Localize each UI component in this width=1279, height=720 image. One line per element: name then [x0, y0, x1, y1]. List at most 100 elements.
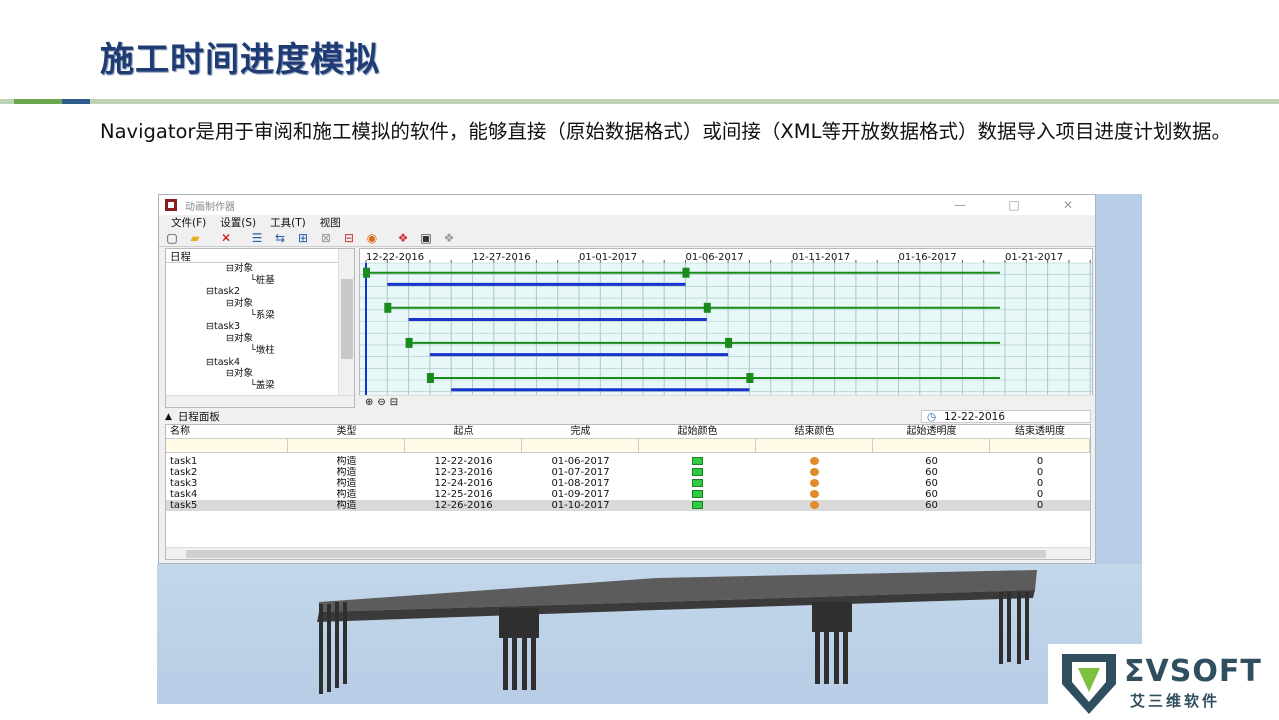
cell-start-color[interactable] — [639, 467, 756, 478]
gantt-date-label: 01-11-2017 — [792, 252, 850, 263]
tree-toggle-icon[interactable]: ⊟ — [206, 286, 214, 297]
gantt-icon[interactable]: ⊟ — [340, 230, 358, 246]
cell-start-color[interactable] — [639, 500, 756, 511]
tree-node-label: 系梁 — [255, 309, 275, 321]
filter-row[interactable] — [166, 439, 1090, 453]
cell-end-color[interactable] — [756, 500, 873, 511]
filter-cell[interactable] — [166, 439, 288, 452]
palette-icon[interactable] — [810, 479, 819, 487]
tree-node[interactable]: ⊟对象 — [166, 368, 354, 380]
zoom-out-icon[interactable]: ⊖ — [377, 397, 385, 408]
color-swatch-icon[interactable] — [692, 479, 703, 487]
palette-icon[interactable] — [810, 468, 819, 476]
filter-cell[interactable] — [756, 439, 873, 452]
intro-text: Navigator是用于审阅和施工模拟的软件，能够直接（原始数据格式）或间接（X… — [100, 120, 1231, 143]
close-button[interactable]: ✕ — [1041, 198, 1095, 212]
table-row[interactable]: task1 构造 12-22-2016 01-06-2017 60 0 — [166, 456, 1090, 467]
column-header-end-opacity-col[interactable]: 结束透明度 — [990, 425, 1090, 438]
appearance-icon[interactable]: ◉ — [363, 230, 381, 246]
tree-node[interactable]: └盖梁 — [166, 380, 354, 392]
tree-node[interactable]: ⊟task3 — [166, 321, 354, 333]
palette-icon[interactable] — [810, 501, 819, 509]
cell-start-opacity-col: 60 — [925, 467, 938, 478]
color-swatch-icon[interactable] — [692, 468, 703, 476]
tree-node[interactable]: ⊟对象 — [166, 263, 354, 275]
column-header-start-color-col[interactable]: 起始颜色 — [639, 425, 756, 438]
tree-toggle-icon[interactable]: ⊟ — [206, 357, 214, 368]
schedule-tree: 日程 ⊟对象 └桩基 ⊟task2 ⊟对象 └系梁 ⊟task3 ⊟对象 └墩柱 ⊟task4 ⊟… — [165, 248, 355, 408]
tree-horizontal-scrollbar[interactable] — [166, 395, 354, 407]
tree-node[interactable]: └墩柱 — [166, 345, 354, 357]
tree-node[interactable]: └系梁 — [166, 310, 354, 322]
clock-icon: ◷ — [927, 411, 937, 423]
detach-icon[interactable]: ⊠ — [317, 230, 335, 246]
table-row[interactable]: task3 构造 12-24-2016 01-08-2017 60 0 — [166, 478, 1090, 489]
auto-add-icon[interactable]: ⇆ — [271, 230, 289, 246]
table-row[interactable]: task4 构造 12-25-2016 01-09-2017 60 0 — [166, 489, 1090, 500]
menu-tools[interactable]: 工具(T) — [270, 215, 306, 229]
tree-toggle-icon[interactable]: ⊟ — [226, 298, 234, 309]
table-horizontal-scrollbar[interactable] — [166, 547, 1090, 559]
gantt-date-label: 01-01-2017 — [579, 252, 637, 263]
new-icon[interactable]: ▢ — [163, 230, 181, 246]
column-header-start-col[interactable]: 起点 — [405, 425, 522, 438]
column-header-end-color-col[interactable]: 结束颜色 — [756, 425, 873, 438]
color-swatch-icon[interactable] — [692, 490, 703, 498]
table-row[interactable]: task5 构造 12-26-2016 01-10-2017 60 0 — [166, 500, 1090, 511]
tree-node[interactable]: ⊟task2 — [166, 286, 354, 298]
filter-cell[interactable] — [873, 439, 990, 452]
filter-cell[interactable] — [990, 439, 1090, 452]
filter-cell[interactable] — [522, 439, 639, 452]
bridge-3d-view — [157, 564, 1142, 704]
add-task-icon[interactable]: ☰ — [248, 230, 266, 246]
gantt-date-label: 01-21-2017 — [1005, 252, 1063, 263]
cell-end-color[interactable] — [756, 478, 873, 489]
table-row[interactable]: task2 构造 12-23-2016 01-07-2017 60 0 — [166, 467, 1090, 478]
color-swatch-icon[interactable] — [692, 457, 703, 465]
minimize-button[interactable]: — — [933, 198, 987, 212]
tree-node[interactable]: └桩基 — [166, 275, 354, 287]
cell-end-color[interactable] — [756, 489, 873, 500]
cell-start-color[interactable] — [639, 489, 756, 500]
column-header-name-col[interactable]: 名称 — [166, 425, 288, 438]
color-swatch-icon[interactable] — [692, 501, 703, 509]
collapse-icon[interactable]: ▲ — [165, 412, 172, 422]
play-icon[interactable]: ❖ — [394, 230, 412, 246]
tree-toggle-icon[interactable]: ⊟ — [226, 333, 234, 344]
cell-start-color[interactable] — [639, 478, 756, 489]
task-end-marker — [703, 302, 711, 313]
cell-end-color[interactable] — [756, 456, 873, 467]
cell-end-color[interactable] — [756, 467, 873, 478]
export-icon[interactable]: ❖ — [440, 230, 458, 246]
task-start-marker — [405, 337, 413, 348]
title-rule-accent-blue — [62, 99, 90, 104]
menu-file[interactable]: 文件(F) — [171, 215, 206, 229]
tree-node[interactable]: ⊟对象 — [166, 298, 354, 310]
maximize-button[interactable]: □ — [987, 198, 1041, 212]
column-header-end-col[interactable]: 完成 — [522, 425, 639, 438]
palette-icon[interactable] — [810, 457, 819, 465]
tree-vertical-scrollbar[interactable] — [338, 249, 354, 407]
column-header-start-opacity-col[interactable]: 起始透明度 — [873, 425, 990, 438]
delete-icon[interactable]: ✕ — [217, 230, 235, 246]
zoom-in-icon[interactable]: ⊕ — [365, 397, 373, 408]
menu-view[interactable]: 视图 — [320, 215, 341, 229]
tree-node[interactable]: ⊟对象 — [166, 333, 354, 345]
fit-icon[interactable]: ⊟ — [390, 397, 398, 408]
attach-icon[interactable]: ⊞ — [294, 230, 312, 246]
preview-icon[interactable]: ▣ — [417, 230, 435, 246]
filter-cell[interactable] — [405, 439, 522, 452]
tree-toggle-icon[interactable]: ⊟ — [206, 321, 214, 332]
filter-cell[interactable] — [639, 439, 756, 452]
tree-toggle-icon[interactable]: ⊟ — [226, 368, 234, 379]
tree-node[interactable]: ⊟task4 — [166, 357, 354, 369]
menu-settings[interactable]: 设置(S) — [220, 215, 256, 229]
cell-start-color[interactable] — [639, 456, 756, 467]
column-header-type-col[interactable]: 类型 — [288, 425, 405, 438]
open-folder-icon[interactable]: ▰ — [186, 230, 204, 246]
palette-icon[interactable] — [810, 490, 819, 498]
tree-toggle-icon[interactable]: ⊟ — [226, 263, 234, 274]
current-date-field[interactable]: ◷ 12-22-2016 — [921, 410, 1091, 423]
filter-cell[interactable] — [288, 439, 405, 452]
cell-type-col: 构造 — [336, 500, 357, 511]
